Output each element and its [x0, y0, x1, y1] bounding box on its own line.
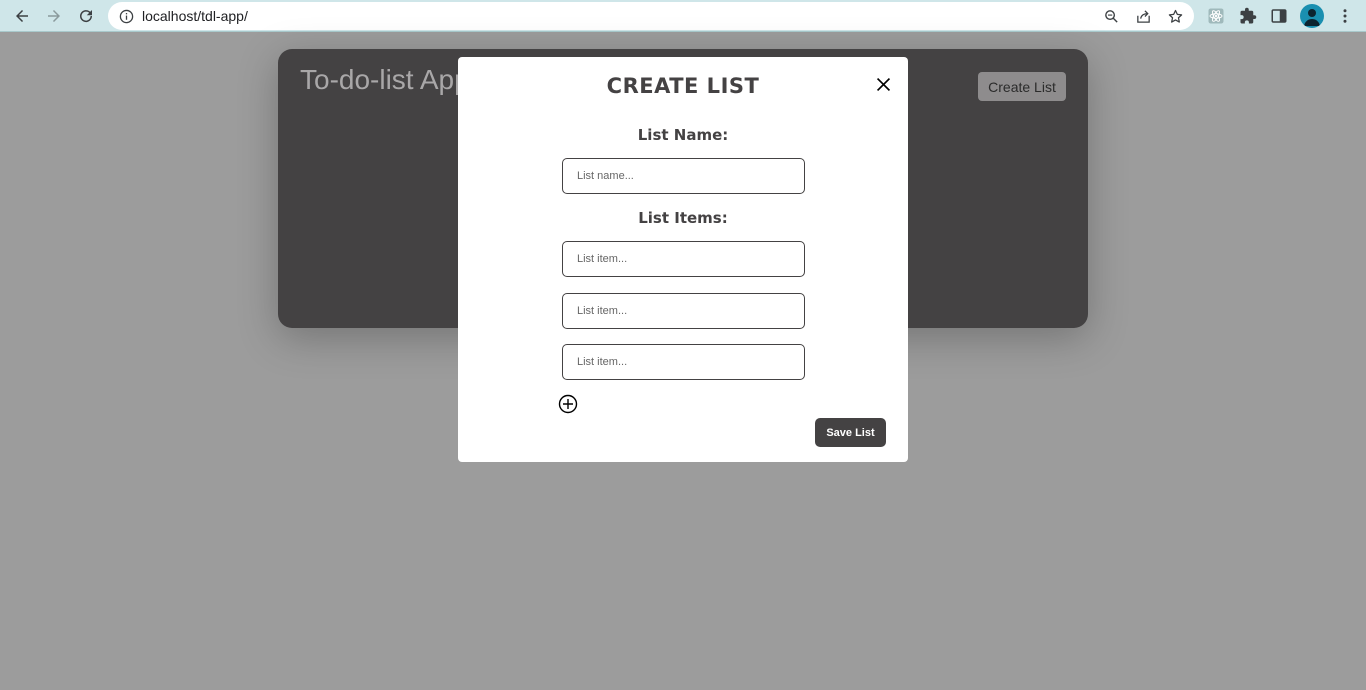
- list-name-label: List Name:: [637, 126, 729, 144]
- star-icon[interactable]: [1166, 7, 1184, 25]
- share-icon[interactable]: [1134, 7, 1152, 25]
- create-list-modal: CREATE LIST List Name: List Items: Save …: [458, 57, 908, 462]
- back-icon[interactable]: [10, 4, 34, 28]
- plus-circle-icon[interactable]: [558, 394, 578, 414]
- zoom-icon[interactable]: [1102, 7, 1120, 25]
- list-items-label: List Items:: [638, 209, 728, 227]
- side-panel-icon[interactable]: [1268, 5, 1290, 27]
- list-item-input[interactable]: [562, 293, 805, 329]
- puzzle-icon[interactable]: [1237, 5, 1259, 27]
- list-name-input[interactable]: [562, 158, 805, 194]
- url-text[interactable]: localhost/tdl-app/: [142, 8, 248, 24]
- reload-icon[interactable]: [74, 4, 98, 28]
- create-list-button[interactable]: Create List: [978, 72, 1066, 101]
- list-item-input[interactable]: [562, 344, 805, 380]
- list-item-input[interactable]: [562, 241, 805, 277]
- browser-toolbar: localhost/tdl-app/: [0, 0, 1366, 32]
- address-bar[interactable]: localhost/tdl-app/: [108, 2, 1194, 30]
- more-vert-icon[interactable]: [1334, 5, 1356, 27]
- save-list-button[interactable]: Save List: [815, 418, 886, 447]
- avatar[interactable]: [1300, 4, 1324, 28]
- modal-title: CREATE LIST: [606, 74, 760, 98]
- forward-icon[interactable]: [42, 4, 66, 28]
- info-icon[interactable]: [118, 8, 134, 24]
- react-icon[interactable]: [1205, 5, 1227, 27]
- close-icon[interactable]: [873, 74, 893, 94]
- app-title: To-do-list App: [300, 64, 470, 95]
